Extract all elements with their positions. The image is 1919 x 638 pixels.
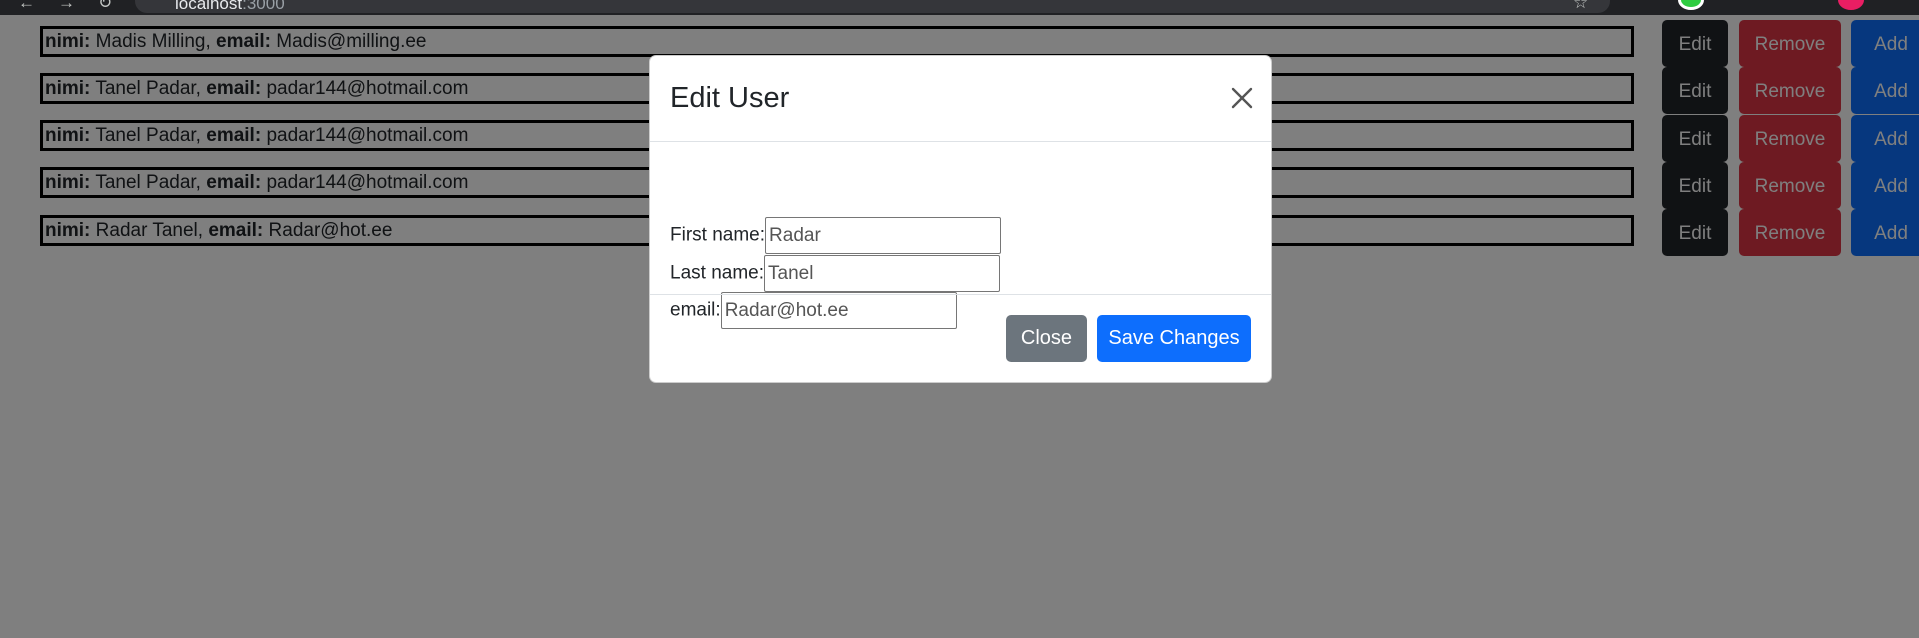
browser-toolbar: ← → ↻ localhost:3000 ☆ <box>0 0 1919 15</box>
first-name-row: First name: <box>670 217 1002 254</box>
modal-header: Edit User <box>650 56 1271 142</box>
modal-title: Edit User <box>670 82 790 114</box>
extension-icon[interactable] <box>1678 0 1704 10</box>
star-icon[interactable]: ☆ <box>1573 0 1588 11</box>
save-changes-button[interactable]: Save Changes <box>1097 315 1251 362</box>
last-name-label: Last name: <box>670 262 764 284</box>
back-arrow-icon[interactable]: ← <box>18 0 35 11</box>
profile-avatar[interactable] <box>1838 0 1864 10</box>
modal-body: First name: Last name: email: <box>670 162 1250 329</box>
address-bar[interactable]: localhost:3000 ☆ <box>135 0 1610 13</box>
address-text: localhost:3000 <box>175 0 285 14</box>
url-port: :3000 <box>242 0 285 13</box>
reload-icon[interactable]: ↻ <box>98 0 112 11</box>
forward-arrow-icon[interactable]: → <box>58 0 75 11</box>
modal-footer: Close Save Changes <box>650 294 1271 384</box>
close-button[interactable]: Close <box>1006 315 1087 362</box>
last-name-row: Last name: <box>670 255 1000 292</box>
url-host: localhost <box>175 0 243 13</box>
first-name-label: First name: <box>670 224 766 246</box>
first-name-field[interactable] <box>765 217 1002 254</box>
close-icon[interactable] <box>1228 84 1256 112</box>
last-name-field[interactable] <box>764 255 1000 292</box>
edit-user-modal: Edit User First name: Last name: email: … <box>649 55 1272 383</box>
